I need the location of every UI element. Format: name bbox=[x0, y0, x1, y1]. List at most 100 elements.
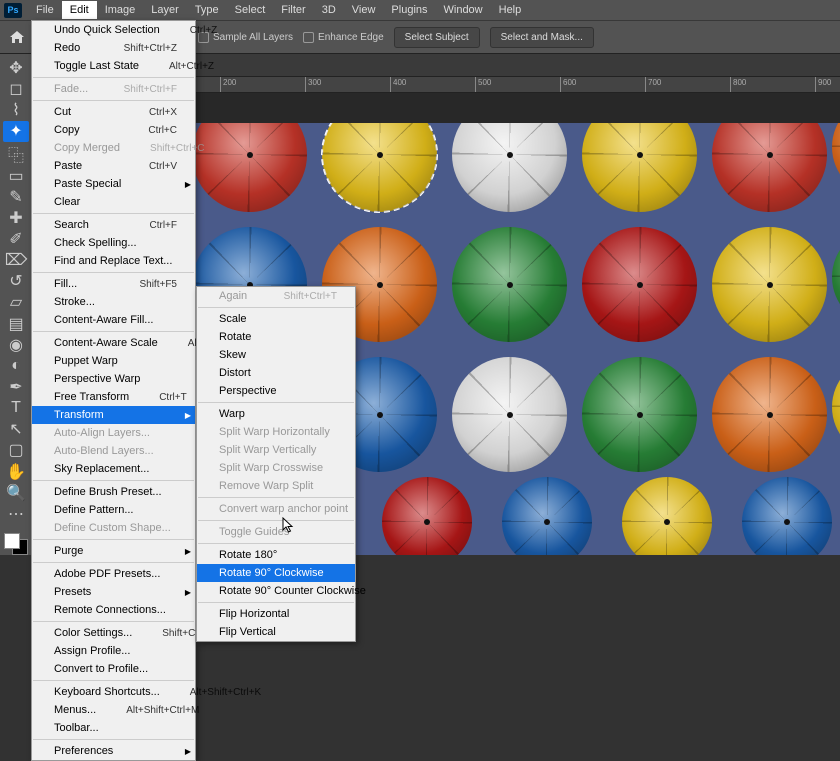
ruler-tick: 900 bbox=[815, 77, 831, 93]
menu-edit[interactable]: Edit bbox=[62, 1, 97, 19]
umbrella bbox=[742, 477, 832, 555]
menu-item-distort[interactable]: Distort bbox=[197, 364, 355, 382]
tool-marquee[interactable]: ◻ bbox=[3, 79, 29, 99]
menu-item-toggle-last-state[interactable]: Toggle Last StateAlt+Ctrl+Z bbox=[32, 57, 195, 75]
umbrella bbox=[712, 227, 827, 342]
tool-eyedropper[interactable]: ✎ bbox=[3, 187, 29, 207]
menu-item-presets[interactable]: Presets▶ bbox=[32, 583, 195, 601]
tool-gradient[interactable]: ▤ bbox=[3, 314, 29, 334]
menu-item-fade: Fade...Shift+Ctrl+F bbox=[32, 80, 195, 98]
ruler-tick: 400 bbox=[390, 77, 406, 93]
tool-crop[interactable]: ⿻ bbox=[3, 143, 29, 165]
tool-move[interactable]: ✥ bbox=[3, 58, 29, 78]
menu-item-color-settings[interactable]: Color Settings...Shift+Ctrl+K bbox=[32, 624, 195, 642]
tool-lasso[interactable]: ⌇ bbox=[3, 100, 29, 120]
menu-item-search[interactable]: SearchCtrl+F bbox=[32, 216, 195, 234]
menu-item-rotate-180[interactable]: Rotate 180° bbox=[197, 546, 355, 564]
menu-item-split-warp-horizontally: Split Warp Horizontally bbox=[197, 423, 355, 441]
menu-item-puppet-warp[interactable]: Puppet Warp bbox=[32, 352, 195, 370]
menu-item-undo-quick-selection[interactable]: Undo Quick SelectionCtrl+Z bbox=[32, 21, 195, 39]
menu-filter[interactable]: Filter bbox=[273, 1, 313, 19]
menu-item-scale[interactable]: Scale bbox=[197, 310, 355, 328]
menu-item-perspective[interactable]: Perspective bbox=[197, 382, 355, 400]
menu-item-content-aware-scale[interactable]: Content-Aware ScaleAlt+Shift+Ctrl+C bbox=[32, 334, 195, 352]
menu-plugins[interactable]: Plugins bbox=[383, 1, 435, 19]
menu-item-rotate-90-counter-clockwise[interactable]: Rotate 90° Counter Clockwise bbox=[197, 582, 355, 600]
menu-item-flip-horizontal[interactable]: Flip Horizontal bbox=[197, 605, 355, 623]
menu-item-clear[interactable]: Clear bbox=[32, 193, 195, 211]
tool-pen[interactable]: ✒ bbox=[3, 377, 29, 397]
umbrella bbox=[322, 123, 437, 212]
tool-stamp[interactable]: ⌦ bbox=[3, 250, 29, 270]
tool-eraser[interactable]: ▱ bbox=[3, 292, 29, 312]
menu-item-convert-to-profile[interactable]: Convert to Profile... bbox=[32, 660, 195, 678]
tool-type[interactable]: T bbox=[3, 398, 29, 418]
menu-select[interactable]: Select bbox=[227, 1, 274, 19]
umbrella bbox=[712, 123, 827, 212]
color-swatch[interactable] bbox=[4, 533, 28, 555]
tool-brush[interactable]: ✐ bbox=[3, 229, 29, 249]
ruler-tick: 500 bbox=[475, 77, 491, 93]
umbrella bbox=[832, 227, 840, 327]
menu-item-convert-warp-anchor-point: Convert warp anchor point bbox=[197, 500, 355, 518]
menu-window[interactable]: Window bbox=[436, 1, 491, 19]
menu-layer[interactable]: Layer bbox=[143, 1, 187, 19]
menu-file[interactable]: File bbox=[28, 1, 62, 19]
tool-more[interactable]: ⋯ bbox=[3, 504, 29, 524]
tool-hand[interactable]: ✋ bbox=[3, 462, 29, 482]
menu-item-redo[interactable]: RedoShift+Ctrl+Z bbox=[32, 39, 195, 57]
menu-item-define-pattern[interactable]: Define Pattern... bbox=[32, 501, 195, 519]
menu-3d[interactable]: 3D bbox=[314, 1, 344, 19]
menu-item-perspective-warp[interactable]: Perspective Warp bbox=[32, 370, 195, 388]
menu-item-rotate-90-clockwise[interactable]: Rotate 90° Clockwise bbox=[197, 564, 355, 582]
menu-item-adobe-pdf-presets[interactable]: Adobe PDF Presets... bbox=[32, 565, 195, 583]
tools-panel: ✥◻⌇✦⿻▭✎✚✐⌦↺▱▤◉◐✒T↖▢✋🔍⋯ bbox=[0, 54, 32, 555]
menu-item-check-spelling[interactable]: Check Spelling... bbox=[32, 234, 195, 252]
home-icon[interactable] bbox=[6, 26, 28, 48]
edit-menu: Undo Quick SelectionCtrl+ZRedoShift+Ctrl… bbox=[31, 20, 196, 761]
menu-item-purge[interactable]: Purge▶ bbox=[32, 542, 195, 560]
umbrella bbox=[832, 357, 840, 457]
menu-item-content-aware-fill[interactable]: Content-Aware Fill... bbox=[32, 311, 195, 329]
tool-dodge[interactable]: ◐ bbox=[3, 356, 29, 376]
tool-blur[interactable]: ◉ bbox=[3, 335, 29, 355]
ruler-tick: 300 bbox=[305, 77, 321, 93]
menu-item-transform[interactable]: Transform▶ bbox=[32, 406, 195, 424]
menu-item-free-transform[interactable]: Free TransformCtrl+T bbox=[32, 388, 195, 406]
tool-zoom[interactable]: 🔍 bbox=[3, 483, 29, 503]
menu-item-cut[interactable]: CutCtrl+X bbox=[32, 103, 195, 121]
menu-item-copy[interactable]: CopyCtrl+C bbox=[32, 121, 195, 139]
enhance-edge-checkbox[interactable]: Enhance Edge bbox=[303, 32, 384, 43]
tool-quick-select[interactable]: ✦ bbox=[3, 121, 29, 141]
tool-path[interactable]: ↖ bbox=[3, 419, 29, 439]
menu-item-assign-profile[interactable]: Assign Profile... bbox=[32, 642, 195, 660]
menu-type[interactable]: Type bbox=[187, 1, 227, 19]
select-and-mask-button[interactable]: Select and Mask... bbox=[490, 27, 594, 48]
menu-item-warp[interactable]: Warp bbox=[197, 405, 355, 423]
tool-history[interactable]: ↺ bbox=[3, 271, 29, 291]
menu-item-find-and-replace-text[interactable]: Find and Replace Text... bbox=[32, 252, 195, 270]
tool-rect[interactable]: ▢ bbox=[3, 440, 29, 460]
select-subject-button[interactable]: Select Subject bbox=[394, 27, 480, 48]
menu-image[interactable]: Image bbox=[97, 1, 144, 19]
menu-item-toggle-guides: Toggle Guides bbox=[197, 523, 355, 541]
menu-item-fill[interactable]: Fill...Shift+F5 bbox=[32, 275, 195, 293]
menu-item-rotate[interactable]: Rotate bbox=[197, 328, 355, 346]
menu-item-preferences[interactable]: Preferences▶ bbox=[32, 742, 195, 760]
menu-item-paste-special[interactable]: Paste Special▶ bbox=[32, 175, 195, 193]
menu-view[interactable]: View bbox=[344, 1, 384, 19]
menu-item-menus[interactable]: Menus...Alt+Shift+Ctrl+M bbox=[32, 701, 195, 719]
menu-help[interactable]: Help bbox=[491, 1, 530, 19]
menu-item-keyboard-shortcuts[interactable]: Keyboard Shortcuts...Alt+Shift+Ctrl+K bbox=[32, 683, 195, 701]
menu-item-stroke[interactable]: Stroke... bbox=[32, 293, 195, 311]
menu-item-skew[interactable]: Skew bbox=[197, 346, 355, 364]
menu-item-sky-replacement[interactable]: Sky Replacement... bbox=[32, 460, 195, 478]
menu-item-define-brush-preset[interactable]: Define Brush Preset... bbox=[32, 483, 195, 501]
tool-heal[interactable]: ✚ bbox=[3, 208, 29, 228]
menu-item-paste[interactable]: PasteCtrl+V bbox=[32, 157, 195, 175]
menu-item-remote-connections[interactable]: Remote Connections... bbox=[32, 601, 195, 619]
tool-frame[interactable]: ▭ bbox=[3, 166, 29, 186]
menu-item-toolbar[interactable]: Toolbar... bbox=[32, 719, 195, 737]
menu-item-flip-vertical[interactable]: Flip Vertical bbox=[197, 623, 355, 641]
umbrella bbox=[622, 477, 712, 555]
